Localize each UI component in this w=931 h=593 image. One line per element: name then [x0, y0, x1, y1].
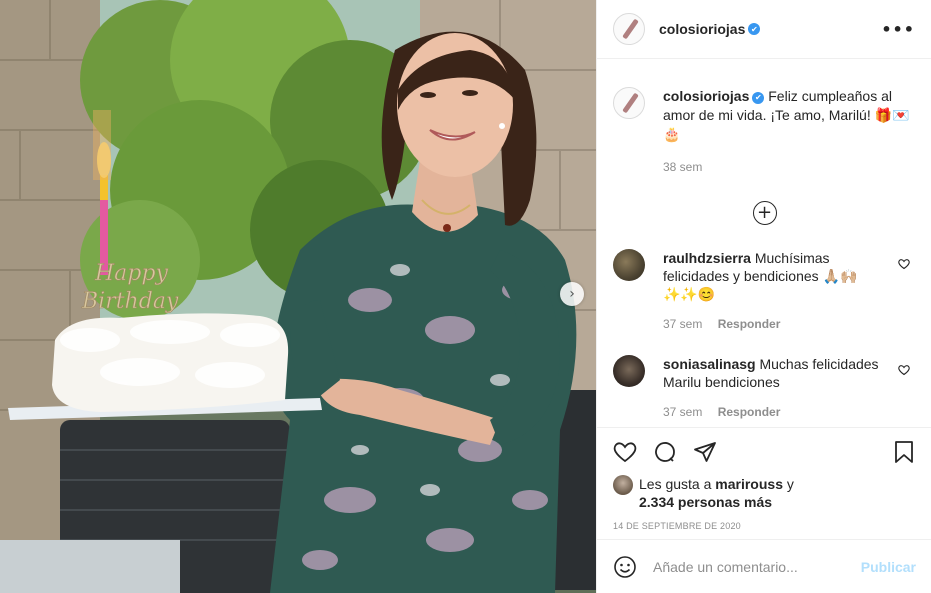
post-actions: Les gusta a marirouss y 2.334 personas m… — [597, 427, 931, 531]
comment-item: raulhdzsierra Muchísimas felicidades y b… — [597, 249, 931, 333]
comment-time[interactable]: 37 sem — [663, 405, 702, 419]
comments-list[interactable]: colosioriojas ✔ Feliz cumpleaños al amor … — [597, 60, 931, 426]
comment-time[interactable]: 37 sem — [663, 317, 702, 331]
verified-badge-icon: ✔ — [752, 91, 765, 104]
emoji-smiley-icon[interactable] — [613, 555, 637, 579]
likes-count[interactable]: 2.334 personas más — [639, 494, 772, 510]
likes-connector: y — [782, 476, 794, 492]
like-comment-heart-icon[interactable] — [898, 363, 910, 379]
liker-username[interactable]: marirouss — [715, 476, 783, 492]
next-photo-button[interactable]: › — [560, 282, 584, 306]
author-avatar[interactable] — [613, 13, 645, 45]
comment-input[interactable] — [653, 558, 861, 575]
post-date[interactable]: 14 de septiembre de 2020 — [613, 521, 916, 531]
comment-username[interactable]: soniasalinasg — [663, 356, 756, 372]
verified-badge-icon: ✔ — [748, 23, 761, 35]
more-options-button[interactable]: ••• — [881, 20, 915, 39]
likes-prefix: Les gusta a — [639, 476, 716, 492]
comment-username[interactable]: raulhdzsierra — [663, 250, 751, 266]
liker-avatar[interactable] — [613, 475, 633, 495]
caption-time[interactable]: 38 sem — [663, 158, 916, 177]
reply-button[interactable]: Responder — [718, 317, 781, 331]
cake-topper-line-2: Birthday — [81, 289, 179, 314]
comment-avatar[interactable] — [613, 249, 645, 281]
caption-avatar[interactable] — [613, 87, 645, 119]
author-username[interactable]: colosioriojas — [659, 21, 745, 37]
post-caption: colosioriojas ✔ Feliz cumpleaños al amor … — [597, 60, 931, 177]
comment-avatar[interactable] — [613, 355, 645, 387]
cake-topper-line-1: Happy — [94, 261, 168, 286]
load-more-comments[interactable]: + — [597, 201, 931, 225]
publish-button[interactable]: Publicar — [861, 559, 916, 575]
add-comment-bar: Publicar — [597, 539, 931, 593]
like-comment-heart-icon[interactable] — [898, 257, 910, 273]
caption-username[interactable]: colosioriojas — [663, 88, 749, 104]
post-side-panel: colosioriojas ✔ ••• colosioriojas ✔ Feliz… — [596, 0, 931, 593]
comment-item: soniasalinasg Muchas felicidades Marilu … — [597, 355, 931, 421]
photo-scene: Happy Birthday — [0, 0, 596, 593]
save-bookmark-icon[interactable] — [892, 440, 916, 464]
post-header: colosioriojas ✔ ••• — [597, 0, 931, 59]
post-photo[interactable]: Happy Birthday › — [0, 0, 596, 593]
share-paper-plane-icon[interactable] — [693, 440, 717, 464]
reply-button[interactable]: Responder — [718, 405, 781, 419]
chevron-right-icon: › — [569, 286, 575, 302]
plus-circle-icon[interactable]: + — [752, 201, 777, 225]
likes-summary: Les gusta a marirouss y 2.334 personas m… — [613, 475, 916, 511]
comment-bubble-icon[interactable] — [653, 440, 677, 464]
like-heart-icon[interactable] — [613, 440, 637, 464]
